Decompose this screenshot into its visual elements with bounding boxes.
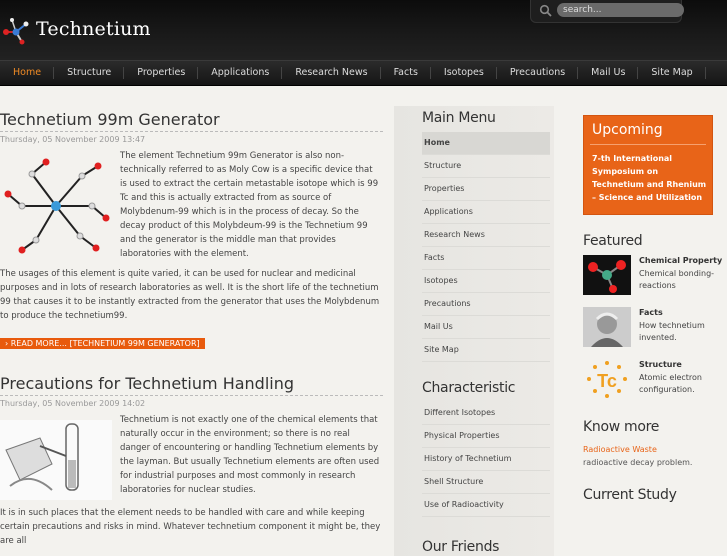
svg-text:Tc: Tc	[597, 371, 617, 391]
featured-head: Chemical Property	[639, 256, 723, 265]
menu-item-facts[interactable]: Facts	[422, 247, 550, 270]
featured-sub: Chemical bonding-reactions	[639, 268, 715, 291]
menu-item-history[interactable]: History of Technetium	[422, 448, 550, 471]
menu-item-physical-properties[interactable]: Physical Properties	[422, 425, 550, 448]
menu-item-properties[interactable]: Properties	[422, 178, 550, 201]
article-generator: Technetium 99m Generator Thursday, 05 No…	[0, 110, 390, 350]
current-study-title: Current Study	[583, 487, 677, 503]
nav-facts[interactable]: Facts	[381, 61, 432, 85]
know-more-sub: radioactive decay problem.	[583, 458, 693, 467]
structure-tc-thumb: Tc	[587, 361, 627, 398]
sidebar: Main Menu Home Structure Properties Appl…	[394, 106, 560, 556]
lab-glassware-image	[0, 420, 112, 500]
featured-sub: How technetium invented.	[639, 320, 705, 343]
right-column: Upcoming 7-th International Symposium on…	[583, 115, 723, 503]
featured-item[interactable]: Facts How technetium invented.	[583, 307, 723, 353]
nav-precautions[interactable]: Precautions	[497, 61, 579, 85]
nav-properties[interactable]: Properties	[124, 61, 199, 85]
menu-item-structure[interactable]: Structure	[422, 155, 550, 178]
menu-item-research-news[interactable]: Research News	[422, 224, 550, 247]
upcoming-title: Upcoming	[592, 122, 663, 138]
search-input[interactable]	[557, 3, 684, 17]
article-title[interactable]: Precautions for Technetium Handling	[0, 374, 383, 396]
search-box	[530, 0, 684, 23]
main-nav: Home Structure Properties Applications R…	[0, 60, 727, 86]
characteristic-menu: Different Isotopes Physical Properties H…	[422, 402, 550, 517]
menu-item-isotopes[interactable]: Isotopes	[422, 270, 550, 293]
article-body: The usages of this element is quite vari…	[0, 269, 380, 321]
characteristic-title: Characteristic	[422, 380, 516, 396]
nav-applications[interactable]: Applications	[198, 61, 283, 85]
nav-research-news[interactable]: Research News	[282, 61, 381, 85]
brand-name: Technetium	[36, 18, 151, 40]
upcoming-box: Upcoming 7-th International Symposium on…	[583, 115, 713, 215]
facts-portrait-thumb	[583, 307, 631, 347]
molecule-image	[4, 158, 110, 254]
nav-structure[interactable]: Structure	[54, 61, 125, 85]
article-intro: Technetium is not exactly one of the che…	[120, 415, 380, 495]
article-date: Thursday, 05 November 2009 14:02	[0, 399, 146, 408]
header: Technetium	[0, 0, 727, 60]
menu-item-mail-us[interactable]: Mail Us	[422, 316, 550, 339]
menu-item-precautions[interactable]: Precautions	[422, 293, 550, 316]
read-more-button[interactable]: › READ MORE... [TECHNETIUM 99M GENERATOR…	[0, 338, 205, 349]
article-date: Thursday, 05 November 2009 13:47	[0, 135, 146, 144]
article-body: It is in such places that the element ne…	[0, 508, 381, 546]
menu-item-radioactivity[interactable]: Use of Radioactivity	[422, 494, 550, 517]
nav-isotopes[interactable]: Isotopes	[431, 61, 497, 85]
menu-item-shell-structure[interactable]: Shell Structure	[422, 471, 550, 494]
featured-head: Facts	[639, 308, 663, 317]
featured-item[interactable]: Tc Structure Atomic electron configuratio…	[583, 359, 723, 405]
know-more-title: Know more	[583, 419, 660, 435]
menu-item-isotopes-diff[interactable]: Different Isotopes	[422, 402, 550, 425]
article-intro: The element Technetium 99m Generator is …	[120, 151, 379, 259]
main-menu: Home Structure Properties Applications R…	[422, 132, 550, 362]
main-content: Technetium 99m Generator Thursday, 05 No…	[0, 110, 390, 548]
chemical-property-thumb	[583, 255, 631, 295]
know-more-link[interactable]: Radioactive Waste	[583, 443, 723, 456]
menu-item-home[interactable]: Home	[422, 132, 550, 155]
menu-item-applications[interactable]: Applications	[422, 201, 550, 224]
featured-sub: Atomic electron configuration.	[639, 372, 702, 395]
atom-logo-icon	[3, 18, 29, 45]
nav-mail-us[interactable]: Mail Us	[578, 61, 639, 85]
nav-site-map[interactable]: Site Map	[638, 61, 707, 85]
menu-item-site-map[interactable]: Site Map	[422, 339, 550, 362]
nav-home[interactable]: Home	[0, 61, 55, 85]
upcoming-text[interactable]: 7-th International Symposium on Techneti…	[592, 152, 712, 204]
featured-title: Featured	[583, 233, 643, 249]
logo[interactable]: Technetium	[0, 12, 151, 46]
featured-item[interactable]: Chemical Property Chemical bonding-reacti…	[583, 255, 723, 301]
article-title[interactable]: Technetium 99m Generator	[0, 110, 383, 132]
main-menu-title: Main Menu	[422, 110, 496, 126]
article-precautions: Precautions for Technetium Handling Thur…	[0, 374, 390, 548]
friends-title: Our Friends	[422, 539, 500, 555]
featured-head: Structure	[639, 360, 682, 369]
search-icon[interactable]	[539, 4, 552, 17]
